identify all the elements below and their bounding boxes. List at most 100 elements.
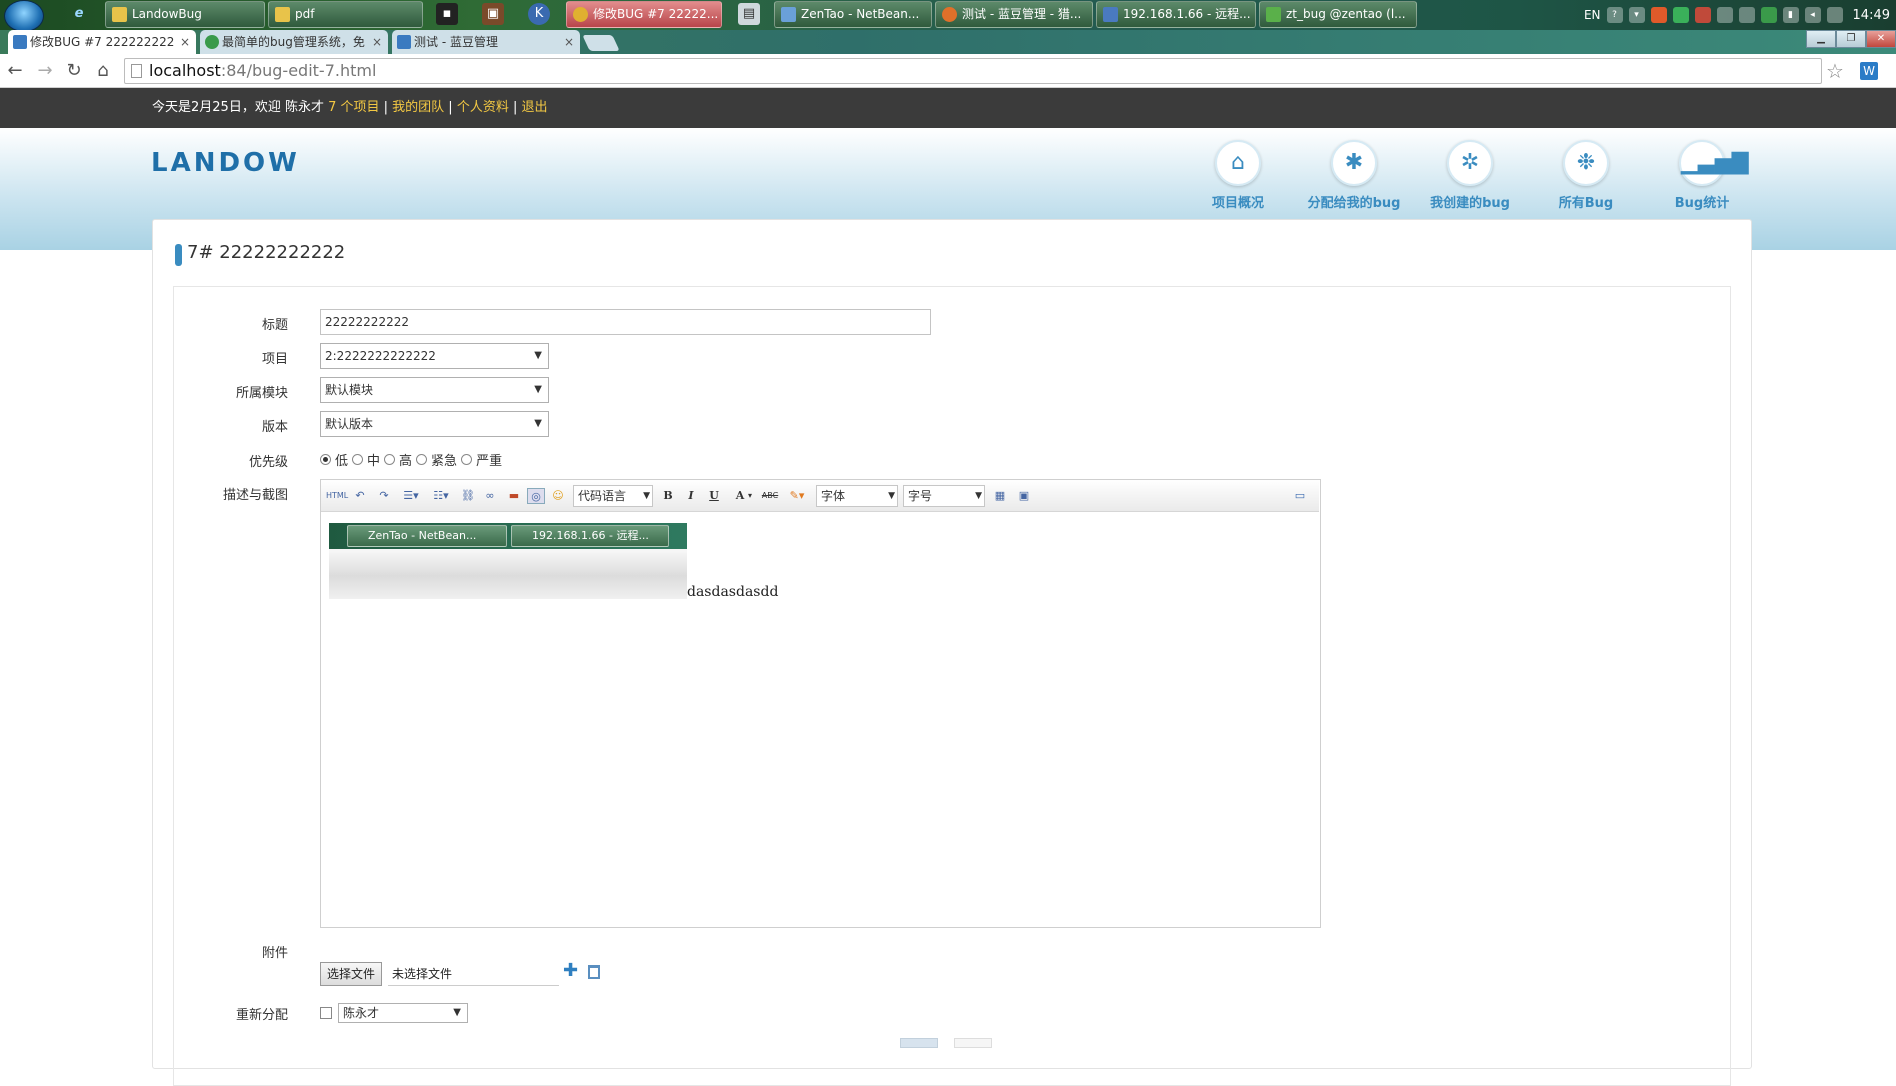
taskbar-item-zt-bug[interactable]: zt_bug @zentao (l... — [1259, 1, 1417, 28]
bold-button[interactable]: B — [659, 488, 677, 504]
network-icon[interactable]: ▮ — [1782, 7, 1799, 23]
code-language-select[interactable]: 代码语言 ▼ — [573, 485, 653, 507]
language-indicator[interactable]: EN — [1584, 8, 1601, 22]
description-label: 描述与截图 — [222, 488, 288, 503]
image-icon[interactable]: ▬ — [505, 488, 523, 504]
delete-attachment-icon[interactable] — [588, 965, 600, 979]
version-select[interactable]: 默认版本 ▼ — [320, 411, 549, 437]
minimize-icon[interactable]: ▁ — [1806, 30, 1836, 48]
tray-arrow-icon[interactable]: ▾ — [1628, 7, 1645, 23]
browser-tab-test[interactable]: 测试 - 蓝豆管理 × — [392, 30, 580, 54]
close-tab-icon[interactable]: × — [564, 30, 574, 54]
tray-app-icon[interactable] — [1672, 7, 1689, 23]
shield-icon[interactable] — [1650, 7, 1667, 23]
clock[interactable]: 14:49 — [1853, 8, 1890, 23]
choose-file-button[interactable]: 选择文件 — [320, 962, 383, 986]
maximize-icon[interactable]: ❐ — [1836, 30, 1866, 48]
taskbar-item-pdf[interactable]: pdf — [268, 1, 423, 28]
priority-radio-critical[interactable] — [461, 454, 473, 465]
extension-icon[interactable]: W — [1860, 62, 1878, 80]
db-icon — [1266, 7, 1281, 22]
font-color-arrow-icon[interactable]: ▾ — [745, 488, 755, 504]
close-tab-icon[interactable]: × — [180, 30, 190, 54]
title-marker — [175, 244, 182, 266]
submit-button[interactable] — [900, 1038, 938, 1048]
notepad-icon[interactable]: ▤ — [738, 3, 760, 25]
reassign-checkbox[interactable] — [320, 1007, 332, 1019]
reload-icon[interactable]: ↻ — [63, 60, 85, 82]
highlight-icon[interactable]: ✎▾ — [785, 488, 809, 504]
screenshot-taskbar-item: 192.168.1.66 - 远程... — [511, 525, 669, 547]
editor-content-text[interactable]: dasdasdasdd — [687, 584, 778, 600]
nav-bug-stats[interactable]: ▁▃▅▇ Bug统计 — [1644, 140, 1760, 211]
font-family-select[interactable]: 字体 ▼ — [816, 485, 898, 507]
title-input[interactable]: 22222222222 — [320, 309, 931, 335]
taskbar-item-remote[interactable]: 192.168.1.66 - 远程... — [1096, 1, 1256, 28]
insert-picture-icon[interactable]: ▣ — [1015, 488, 1033, 504]
ie-icon[interactable]: e — [68, 3, 90, 25]
nav-all-bugs[interactable]: ❉ 所有Bug — [1528, 140, 1644, 211]
tray-bag-icon[interactable] — [1694, 7, 1711, 23]
tray-flag-icon[interactable] — [1826, 7, 1843, 23]
address-bar[interactable]: localhost:84/bug-edit-7.html — [124, 58, 1822, 84]
profile-link[interactable]: 个人资料 — [457, 100, 509, 115]
link-icon[interactable]: ⛓ — [459, 488, 477, 504]
projects-link[interactable]: 7 个项目 — [328, 100, 379, 115]
forward-icon[interactable]: → — [34, 60, 56, 82]
volume-icon[interactable]: ◂ — [1804, 7, 1821, 23]
taskbar-item-firefox[interactable]: 测试 - 蓝豆管理 - 猎... — [935, 1, 1093, 28]
netbeans-icon — [781, 7, 796, 22]
home-icon[interactable]: ⌂ — [92, 60, 114, 82]
priority-radio-medium[interactable] — [352, 454, 364, 465]
bookmark-star-icon[interactable]: ☆ — [1826, 59, 1844, 83]
priority-radio-high[interactable] — [384, 454, 396, 465]
site-logo[interactable]: LANDOW — [151, 148, 300, 178]
tray-copy-icon[interactable] — [1738, 7, 1755, 23]
logout-link[interactable]: 退出 — [521, 100, 547, 115]
dropdown-arrow-icon: ▼ — [453, 1007, 461, 1018]
module-select[interactable]: 默认模块 ▼ — [320, 377, 549, 403]
table-icon[interactable]: ▦ — [991, 488, 1009, 504]
tray-monitor-icon[interactable] — [1760, 7, 1777, 23]
strikethrough-button[interactable]: ABC — [759, 488, 781, 504]
screenshot-icon[interactable]: ◎ — [527, 488, 545, 504]
emoji-icon[interactable]: ☺ — [549, 488, 567, 504]
my-team-link[interactable]: 我的团队 — [392, 100, 444, 115]
nav-created-by-me[interactable]: ✲ 我创建的bug — [1412, 140, 1528, 211]
close-tab-icon[interactable]: × — [372, 30, 382, 54]
priority-radio-urgent[interactable] — [416, 454, 428, 465]
help-icon[interactable]: ? — [1606, 7, 1623, 23]
font-size-select[interactable]: 字号 ▼ — [903, 485, 985, 507]
taskbar-item-chrome-active[interactable]: 修改BUG #7 22222... — [566, 1, 722, 28]
nav-project-overview[interactable]: ⌂ 项目概况 — [1180, 140, 1296, 211]
undo-icon[interactable]: ↶ — [351, 488, 369, 504]
cmd-icon[interactable]: ▪ — [436, 3, 458, 25]
reassign-label: 重新分配 — [235, 1008, 288, 1023]
new-tab-button[interactable] — [582, 35, 620, 51]
unlink-icon[interactable]: ∞ — [481, 488, 499, 504]
numbered-list-icon[interactable]: ☷▾ — [429, 488, 453, 504]
italic-button[interactable]: I — [682, 488, 700, 504]
taskbar-item-landowbug[interactable]: LandowBug — [105, 1, 265, 28]
redo-icon[interactable]: ↷ — [375, 488, 393, 504]
html-source-button[interactable]: HTML — [326, 488, 348, 504]
nav-assigned-to-me[interactable]: ✱ 分配给我的bug — [1296, 140, 1412, 211]
cancel-button[interactable] — [954, 1038, 992, 1048]
assignee-select[interactable]: 陈永才 ▼ — [338, 1003, 468, 1023]
add-attachment-icon[interactable]: ✚ — [563, 960, 578, 981]
priority-radio-low[interactable] — [320, 454, 331, 465]
fullscreen-icon[interactable]: ▭ — [1291, 488, 1309, 504]
start-button[interactable] — [4, 0, 44, 32]
browser-tab-bug-system[interactable]: 最简单的bug管理系统，免 × — [200, 30, 388, 54]
back-icon[interactable]: ← — [4, 60, 26, 82]
close-window-icon[interactable]: ✕ — [1866, 30, 1896, 48]
project-select[interactable]: 2:2222222222222 ▼ — [320, 343, 549, 369]
page-icon — [131, 64, 142, 78]
bullet-list-icon[interactable]: ☰▾ — [399, 488, 423, 504]
app-icon[interactable]: ▣ — [482, 3, 504, 25]
app-k-icon[interactable]: K — [528, 3, 550, 25]
underline-button[interactable]: U — [705, 488, 723, 504]
browser-tab-edit-bug[interactable]: 修改BUG #7 222222222 × — [8, 30, 196, 54]
taskbar-item-netbeans[interactable]: ZenTao - NetBean... — [774, 1, 932, 28]
tray-settings-icon[interactable] — [1716, 7, 1733, 23]
